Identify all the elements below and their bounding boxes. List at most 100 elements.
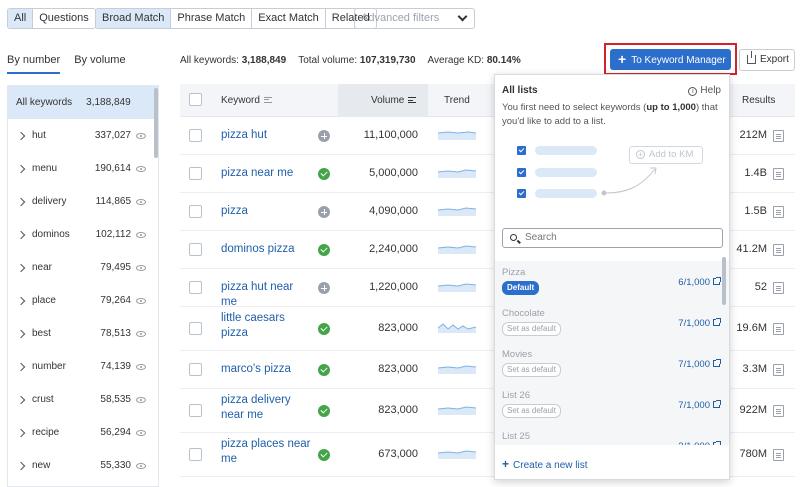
set-as-default-button[interactable]: Set as default: [502, 322, 561, 336]
sidebar-item-dominos[interactable]: dominos 102,112: [8, 218, 158, 251]
row-checkbox[interactable]: [189, 281, 202, 294]
keyword-list-item[interactable]: Chocolate Set as default 7/1,000: [502, 308, 727, 344]
serp-document-icon[interactable]: [773, 244, 784, 256]
eye-icon[interactable]: [136, 198, 146, 205]
keyword-link[interactable]: pizza hut near me: [221, 280, 311, 310]
eye-icon[interactable]: [136, 165, 146, 172]
eye-icon[interactable]: [136, 132, 146, 139]
eye-icon[interactable]: [136, 330, 146, 337]
keyword-link[interactable]: pizza near me: [221, 166, 311, 181]
eye-icon[interactable]: [136, 297, 146, 304]
serp-document-icon[interactable]: [773, 323, 784, 335]
sidebar-scrollbar[interactable]: [154, 88, 158, 158]
keyword-list-item[interactable]: Pizza Default 6/1,000: [502, 267, 727, 303]
keyword-link[interactable]: pizza delivery near me: [221, 393, 313, 423]
add-circle-icon[interactable]: [318, 282, 330, 294]
chevron-right-icon[interactable]: [16, 164, 26, 173]
eye-icon[interactable]: [136, 429, 146, 436]
serp-document-icon[interactable]: [773, 364, 784, 376]
row-checkbox[interactable]: [189, 167, 202, 180]
check-circle-icon[interactable]: [318, 405, 330, 417]
select-all-checkbox[interactable]: [189, 93, 202, 106]
add-circle-icon[interactable]: [318, 130, 330, 142]
sidebar-item-menu[interactable]: menu 190,614: [8, 152, 158, 185]
set-as-default-button[interactable]: Set as default: [502, 363, 561, 377]
check-circle-icon[interactable]: [318, 168, 330, 180]
eye-icon[interactable]: [136, 396, 146, 403]
row-checkbox[interactable]: [189, 205, 202, 218]
tab-questions[interactable]: Questions: [33, 9, 95, 28]
to-keyword-manager-button[interactable]: + To Keyword Manager: [610, 49, 731, 70]
sidebar-item-crust[interactable]: crust 58,535: [8, 383, 158, 416]
help-link[interactable]: i Help: [688, 85, 721, 96]
list-search-input[interactable]: Search: [502, 228, 723, 248]
sidebar-item-place[interactable]: place 79,264: [8, 284, 158, 317]
chevron-right-icon[interactable]: [16, 395, 26, 404]
add-circle-icon[interactable]: [318, 206, 330, 218]
eye-icon[interactable]: [136, 462, 146, 469]
row-checkbox[interactable]: [189, 243, 202, 256]
check-circle-icon[interactable]: [318, 364, 330, 376]
check-circle-icon[interactable]: [318, 449, 330, 461]
row-checkbox[interactable]: [189, 129, 202, 142]
tab-broad-match[interactable]: Broad Match: [96, 9, 172, 28]
list-count-link[interactable]: 7/1,000: [678, 359, 721, 370]
list-count-link[interactable]: 6/1,000: [678, 277, 721, 288]
row-checkbox[interactable]: [189, 322, 202, 335]
serp-document-icon[interactable]: [773, 168, 784, 180]
keyword-link[interactable]: pizza: [221, 204, 311, 219]
tab-by-number[interactable]: By number: [7, 54, 61, 74]
lists-scrollbar[interactable]: [722, 257, 726, 305]
eye-icon[interactable]: [136, 264, 146, 271]
sidebar-item-delivery[interactable]: delivery 114,865: [8, 185, 158, 218]
chevron-right-icon[interactable]: [16, 461, 26, 470]
row-checkbox[interactable]: [189, 448, 202, 461]
column-header-keyword[interactable]: Keyword: [221, 95, 272, 106]
serp-document-icon[interactable]: [773, 405, 784, 417]
serp-document-icon[interactable]: [773, 449, 784, 461]
chevron-right-icon[interactable]: [16, 362, 26, 371]
advanced-filters-dropdown[interactable]: Advanced filters: [354, 8, 475, 29]
list-count-link[interactable]: 7/1,000: [678, 400, 721, 411]
serp-document-icon[interactable]: [773, 206, 784, 218]
chevron-right-icon[interactable]: [16, 263, 26, 272]
chevron-right-icon[interactable]: [16, 131, 26, 140]
column-header-volume[interactable]: Volume: [338, 84, 428, 117]
tab-all[interactable]: All: [8, 9, 34, 28]
row-checkbox[interactable]: [189, 404, 202, 417]
check-circle-icon[interactable]: [318, 244, 330, 256]
serp-document-icon[interactable]: [773, 130, 784, 142]
tab-exact-match[interactable]: Exact Match: [252, 9, 326, 28]
keyword-link[interactable]: little caesars pizza: [221, 311, 313, 341]
chevron-right-icon[interactable]: [16, 428, 26, 437]
keyword-list-item[interactable]: Movies Set as default 7/1,000: [502, 349, 727, 385]
keyword-link[interactable]: marco's pizza: [221, 362, 311, 377]
column-header-results[interactable]: Results: [742, 95, 775, 106]
tab-phrase-match[interactable]: Phrase Match: [171, 9, 253, 28]
set-as-default-button[interactable]: Set as default: [502, 404, 561, 418]
chevron-right-icon[interactable]: [16, 296, 26, 305]
serp-document-icon[interactable]: [773, 282, 784, 294]
sidebar-item-all-keywords[interactable]: All keywords 3,188,849: [8, 86, 158, 119]
sidebar-item-number[interactable]: number 74,139: [8, 350, 158, 383]
create-new-list-link[interactable]: + Create a new list: [502, 457, 588, 471]
sidebar-item-best[interactable]: best 78,513: [8, 317, 158, 350]
eye-icon[interactable]: [136, 231, 146, 238]
list-count-link[interactable]: 3/1,000: [678, 441, 721, 445]
chevron-right-icon[interactable]: [16, 197, 26, 206]
chevron-right-icon[interactable]: [16, 230, 26, 239]
list-count-link[interactable]: 7/1,000: [678, 318, 721, 329]
row-checkbox[interactable]: [189, 363, 202, 376]
sidebar-item-recipe[interactable]: recipe 56,294: [8, 416, 158, 449]
sidebar-item-new[interactable]: new 55,330: [8, 449, 158, 482]
sidebar-item-hut[interactable]: hut 337,027: [8, 119, 158, 152]
tab-by-volume[interactable]: By volume: [74, 54, 125, 74]
keyword-link[interactable]: pizza places near me: [221, 437, 313, 467]
keyword-link[interactable]: pizza hut: [221, 128, 311, 143]
eye-icon[interactable]: [136, 363, 146, 370]
chevron-right-icon[interactable]: [16, 329, 26, 338]
sidebar-item-near[interactable]: near 79,495: [8, 251, 158, 284]
check-circle-icon[interactable]: [318, 323, 330, 335]
keyword-list-item[interactable]: List 26 Set as default 7/1,000: [502, 390, 727, 426]
keyword-list-item[interactable]: List 25Set as default3/1,000: [502, 431, 727, 445]
